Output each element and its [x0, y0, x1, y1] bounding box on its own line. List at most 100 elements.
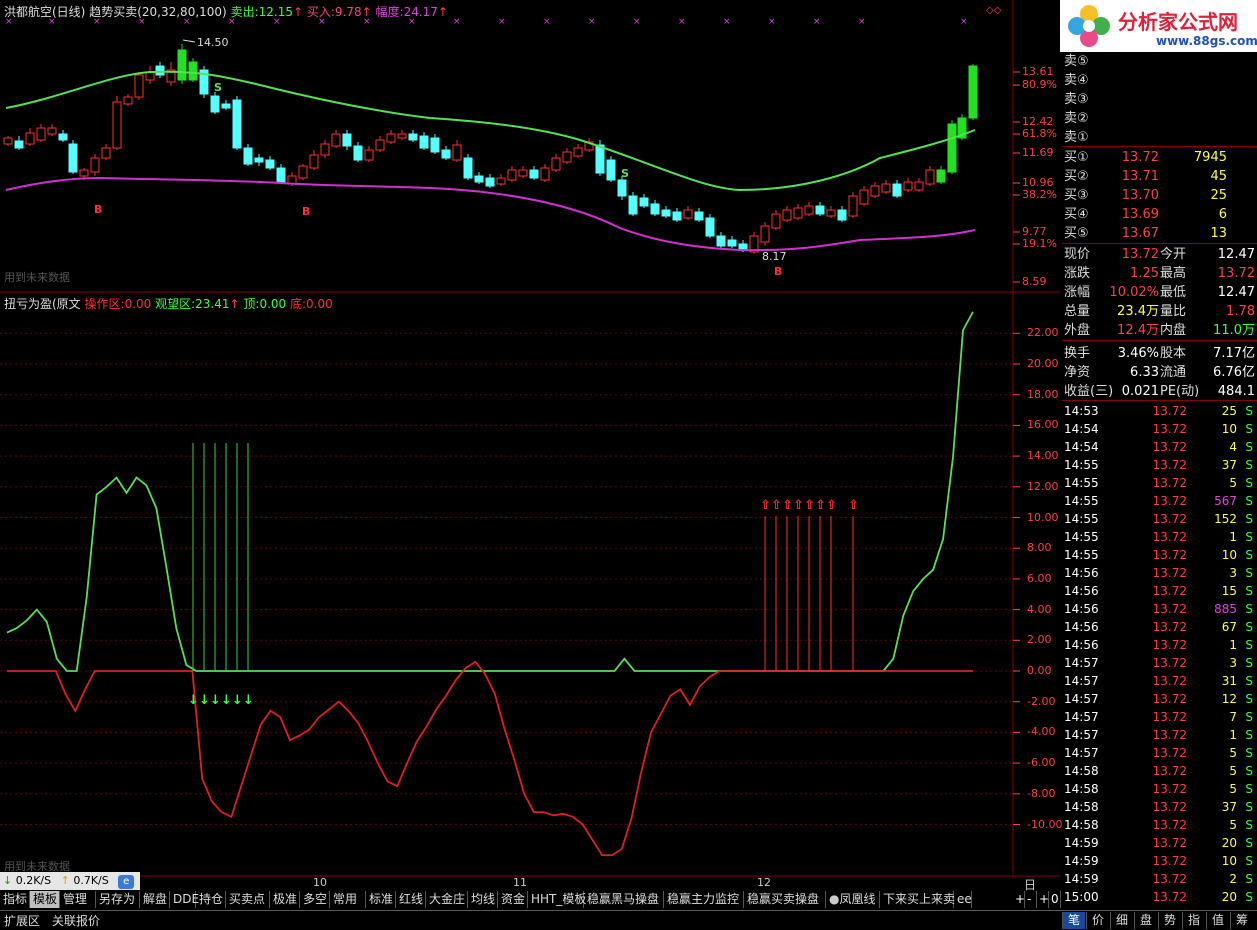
candle-body — [101, 147, 111, 159]
candle-body — [595, 144, 605, 174]
buy-arrow-icon: ⇧ — [815, 498, 826, 513]
candle-body — [870, 185, 880, 197]
candle-body — [507, 169, 517, 181]
tick-row: 14:56 13.72 885 S — [1062, 600, 1257, 618]
tab-7[interactable]: 买卖点 — [226, 891, 270, 908]
panel-tab[interactable]: 价 — [1086, 912, 1109, 929]
tick-volume: 2 — [1229, 872, 1237, 886]
tab-20[interactable]: ●凤凰线 — [826, 891, 880, 908]
tab-15[interactable]: 资金 — [498, 891, 528, 908]
tick-volume: 67 — [1221, 620, 1237, 634]
tick-price: 13.72 — [1152, 710, 1187, 724]
candle-body — [694, 211, 704, 221]
candle-body — [58, 133, 68, 141]
stat-value: 1.78 — [1226, 304, 1255, 319]
panel-tab[interactable]: 指 — [1182, 912, 1205, 929]
browser-icon[interactable]: e — [118, 875, 135, 889]
tab-13[interactable]: 大金庄 — [426, 891, 468, 908]
panel-tab[interactable]: 笔 — [1062, 912, 1085, 929]
tab-8[interactable]: 极准 — [270, 891, 300, 908]
buy-arrow-icon: ⇧ — [771, 498, 782, 513]
lower-axis-label: 20.00 — [1027, 357, 1059, 370]
tick-price: 13.72 — [1152, 890, 1187, 904]
stat-value: 0.021 — [1121, 384, 1159, 399]
lower-axis-label: -6.00 — [1027, 756, 1056, 770]
sell-order-label: 卖② — [1064, 111, 1089, 126]
tab-5[interactable]: DDE — [170, 891, 199, 908]
tab-14[interactable]: 均线 — [468, 891, 498, 908]
tab-nav-button[interactable]: 0 — [1048, 891, 1061, 908]
candle-body — [430, 137, 440, 153]
tick-flag: S — [1245, 620, 1253, 634]
tab-3[interactable]: 另存为 — [96, 891, 140, 908]
buy-arrow-icon: ⇧ — [782, 498, 793, 513]
tab-expand-area[interactable]: 扩展区 — [4, 912, 40, 929]
tab-22[interactable]: ee — [954, 891, 972, 908]
tab-12[interactable]: 红线 — [396, 891, 426, 908]
tick-price: 13.72 — [1152, 764, 1187, 778]
panel-tab[interactable]: 值 — [1206, 912, 1229, 929]
svg-text:×: × — [273, 17, 281, 27]
tick-row: 14:58 13.72 37 S — [1062, 798, 1257, 816]
candle-body — [265, 159, 275, 169]
tab-18[interactable]: 稳赢主力监控 — [664, 891, 744, 908]
panel-tab[interactable]: 细 — [1110, 912, 1133, 929]
tab-10[interactable]: 常用 — [330, 891, 366, 908]
tick-flag: S — [1245, 692, 1253, 706]
buy-order-volume: 25 — [1210, 188, 1227, 203]
candle-body — [837, 209, 847, 221]
candle-body — [782, 209, 792, 221]
op-label: 操作区: — [84, 297, 125, 311]
svg-text:×: × — [138, 17, 146, 27]
tick-time: 14:55 — [1064, 530, 1099, 544]
tick-time: 14:58 — [1064, 818, 1099, 832]
stat-row: 外盘 12.4万 内盘 11.0万 — [1062, 321, 1257, 340]
buy-order-row: 买③ 13.70 25 — [1062, 186, 1257, 205]
tab-9[interactable]: 多空 — [300, 891, 330, 908]
tab-21[interactable]: 下来买上来卖 — [880, 891, 955, 908]
tab-11[interactable]: 标准 — [366, 891, 396, 908]
stat-value: 7.17亿 — [1213, 346, 1255, 361]
tick-price: 13.72 — [1152, 422, 1187, 436]
sell-order-row: 卖② — [1062, 109, 1257, 128]
tick-row: 14:55 13.72 152 S — [1062, 510, 1257, 528]
candle-body — [276, 167, 286, 183]
stat-label: 现价 — [1064, 247, 1091, 262]
tick-time: 14:55 — [1064, 494, 1099, 508]
tab-17[interactable]: 稳赢黑马操盘 — [584, 891, 664, 908]
candle-body — [562, 151, 572, 163]
stat-row: 换手 3.46% 股本 7.17亿 — [1062, 344, 1257, 363]
network-speed: ↓ 0.2K/S ↑ 0.7K/S e — [0, 872, 140, 890]
tab-6[interactable]: 持仓 — [196, 891, 226, 908]
tick-row: 15:00 13.72 20 S — [1062, 888, 1257, 906]
tick-price: 13.72 — [1152, 404, 1187, 418]
upper-axis-label: 38.2% — [1022, 188, 1057, 201]
tick-row: 14:56 13.72 3 S — [1062, 564, 1257, 582]
candle-body — [79, 169, 89, 177]
panel-tab[interactable]: 筹 — [1230, 912, 1253, 929]
tick-row: 14:55 13.72 37 S — [1062, 456, 1257, 474]
buy-order-volume: 7945 — [1193, 150, 1227, 165]
tab-16[interactable]: HHT_模板 — [528, 891, 586, 908]
stat-row: 涨幅 10.02% 最低 12.47 — [1062, 283, 1257, 302]
panel-tab[interactable]: 势 — [1158, 912, 1181, 929]
tab-2[interactable]: 管理 — [60, 891, 96, 908]
sell-mark: S — [214, 81, 222, 94]
svg-text:×: × — [408, 17, 416, 27]
upper-grid — [1013, 71, 1020, 283]
candle-body — [177, 49, 187, 81]
tick-flag: S — [1245, 782, 1253, 796]
tab-19[interactable]: 稳赢买卖操盘 — [744, 891, 826, 908]
tab-4[interactable]: 解盘 — [140, 891, 170, 908]
bottom-value: 0.00 — [306, 297, 333, 311]
candle-body — [628, 195, 638, 215]
corner-diamond-icon[interactable]: ◇◇ — [986, 5, 1002, 16]
tab-0[interactable]: 指标 — [0, 891, 30, 908]
tab-1[interactable]: 模板 — [30, 891, 60, 908]
tick-price: 13.72 — [1152, 728, 1187, 742]
chart-canvas[interactable]: × × × × × × × × × × × × × × × × × × × × × 14.50 8.17 B B B S… — [0, 0, 1060, 891]
panel-tab[interactable]: 盘 — [1134, 912, 1157, 929]
tab-related-quotes[interactable]: 关联报价 — [52, 912, 100, 929]
tick-volume: 10 — [1221, 548, 1237, 562]
candle-body — [936, 169, 946, 183]
